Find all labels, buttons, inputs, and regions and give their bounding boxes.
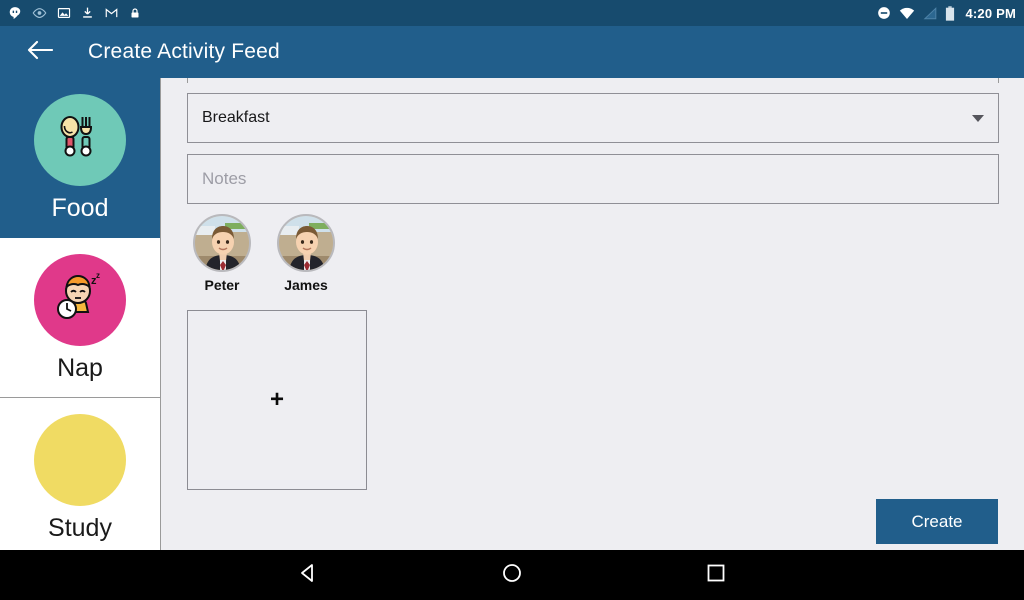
image-icon bbox=[57, 6, 71, 20]
sidebar-item-food[interactable]: Food bbox=[0, 78, 160, 238]
android-app-screen: 4:20 PM Create Activity Feed Food z z Na… bbox=[0, 0, 1024, 600]
wifi-icon bbox=[899, 7, 915, 20]
home-nav-icon bbox=[502, 563, 522, 588]
battery-icon bbox=[945, 5, 955, 21]
arrow-left-icon bbox=[27, 39, 54, 66]
app-bar: Create Activity Feed bbox=[0, 26, 1024, 78]
page-title: Create Activity Feed bbox=[88, 40, 280, 63]
sidebar-item-study[interactable]: Study bbox=[0, 398, 160, 550]
plus-icon: + bbox=[269, 386, 284, 413]
gmail-icon bbox=[104, 6, 119, 20]
add-photo-box[interactable]: + bbox=[187, 310, 367, 490]
download-icon bbox=[81, 6, 94, 20]
sidebar-item-label: Food bbox=[51, 194, 109, 222]
status-bar-system-icons: 4:20 PM bbox=[877, 6, 1016, 21]
activity-type-sidebar[interactable]: Food z z Nap Study bbox=[0, 78, 161, 550]
lock-icon bbox=[129, 6, 141, 20]
study-badge bbox=[34, 414, 126, 506]
activity-type-value: Breakfast bbox=[202, 109, 270, 126]
back-nav-icon bbox=[298, 563, 318, 588]
activity-type-select[interactable]: Breakfast bbox=[187, 93, 999, 143]
cellular-signal-icon bbox=[923, 6, 937, 20]
food-badge bbox=[34, 94, 126, 186]
person-chip[interactable]: Peter bbox=[187, 214, 257, 292]
back-button[interactable] bbox=[14, 26, 66, 78]
notes-input[interactable]: Notes bbox=[187, 154, 999, 204]
person-name: Peter bbox=[204, 277, 240, 293]
person-name: James bbox=[284, 277, 328, 293]
avatar bbox=[193, 214, 251, 272]
spoon-and-fork-icon bbox=[51, 109, 109, 172]
status-bar-clock: 4:20 PM bbox=[965, 5, 1016, 21]
activity-form: Breakfast Notes Peter James + Create bbox=[161, 78, 1024, 550]
recents-nav-button[interactable] bbox=[688, 550, 744, 600]
scrolled-field-cutoff bbox=[187, 78, 999, 83]
nap-badge: z z bbox=[34, 254, 126, 346]
home-nav-button[interactable] bbox=[484, 550, 540, 600]
selected-people-list: Peter James bbox=[187, 214, 341, 292]
status-bar-notification-icons bbox=[8, 6, 141, 20]
notes-placeholder: Notes bbox=[202, 169, 247, 188]
create-button[interactable]: Create bbox=[876, 499, 998, 544]
back-nav-button[interactable] bbox=[280, 550, 336, 600]
sidebar-item-nap[interactable]: z z Nap bbox=[0, 238, 160, 398]
chevron-down-icon bbox=[972, 114, 984, 122]
sidebar-item-label: Study bbox=[48, 514, 112, 542]
person-chip[interactable]: James bbox=[271, 214, 341, 292]
sleeping-child-with-clock-icon: z z bbox=[50, 269, 110, 332]
hangouts-icon bbox=[8, 6, 22, 20]
android-navigation-bar bbox=[0, 550, 1024, 600]
eye-icon bbox=[32, 6, 47, 20]
avatar bbox=[277, 214, 335, 272]
content-area: Food z z Nap Study Breakfast Notes Peter… bbox=[0, 78, 1024, 550]
svg-text:z: z bbox=[96, 271, 100, 280]
recents-nav-icon bbox=[707, 564, 725, 587]
do-not-disturb-icon bbox=[877, 6, 891, 20]
status-bar: 4:20 PM bbox=[0, 0, 1024, 26]
sidebar-item-label: Nap bbox=[57, 354, 103, 382]
